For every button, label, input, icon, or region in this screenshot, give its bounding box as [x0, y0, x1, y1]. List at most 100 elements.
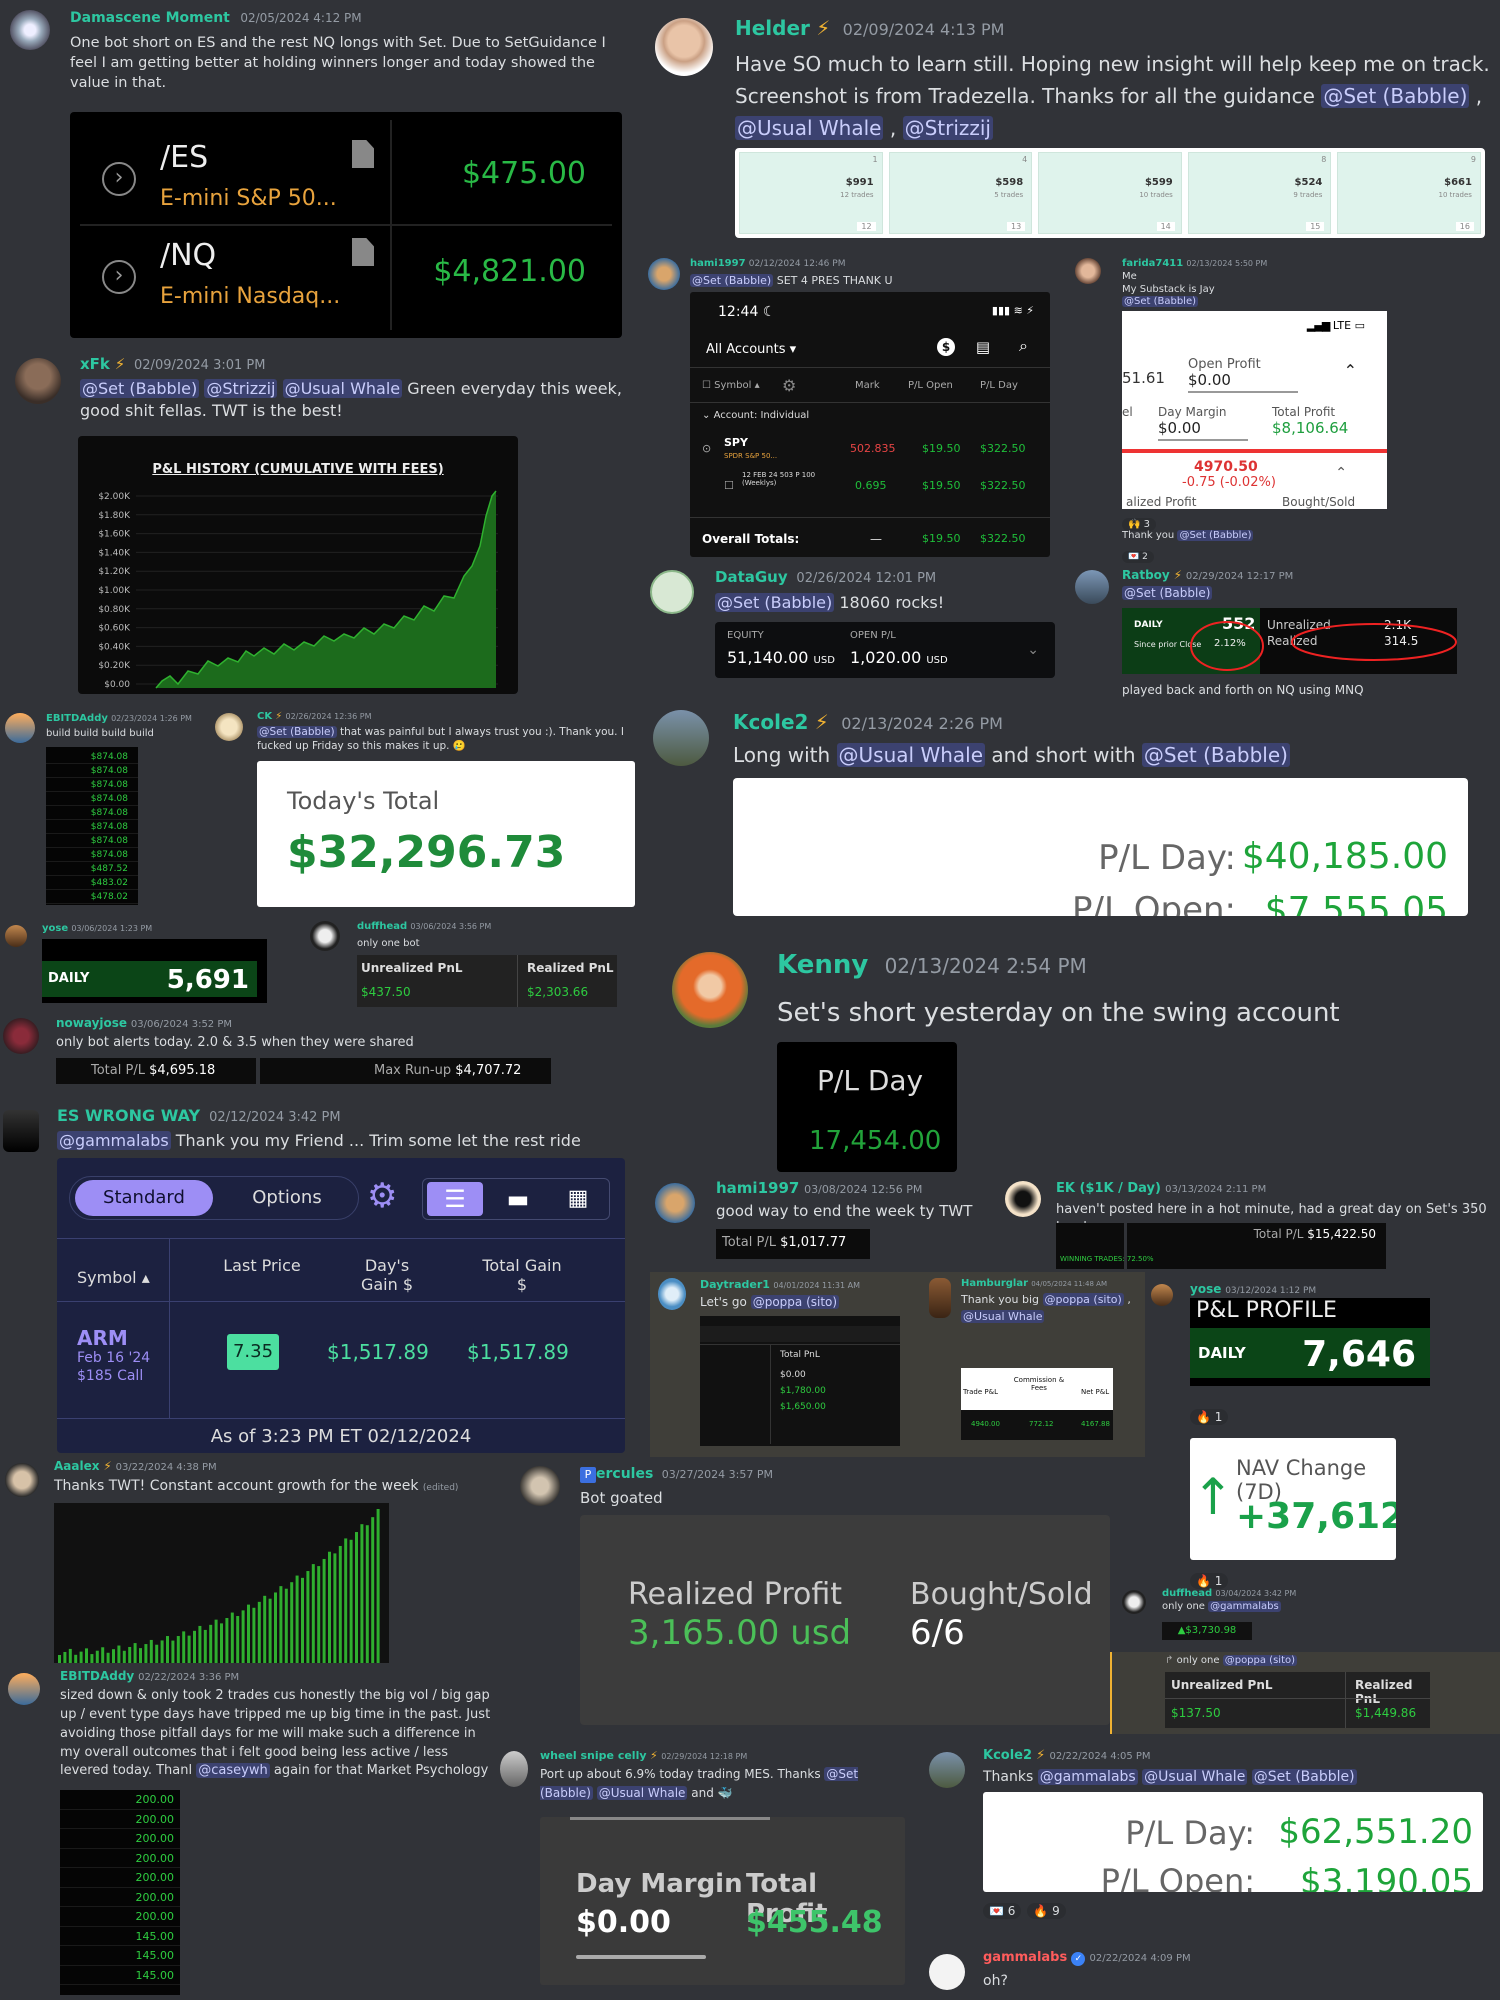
mention[interactable]: @Set (Babble)	[80, 379, 200, 398]
avatar[interactable]	[1005, 1181, 1041, 1217]
account-selector[interactable]: All Accounts	[706, 342, 786, 357]
mention[interactable]: @Usual Whale	[596, 1785, 688, 1800]
mention[interactable]: @poppa (sito)	[750, 1295, 840, 1309]
col-header[interactable]: P/L Open	[908, 380, 953, 391]
avatar[interactable]	[648, 258, 680, 290]
username[interactable]: farida7411	[1122, 258, 1183, 269]
avatar[interactable]	[5, 925, 27, 947]
mention[interactable]: @Set (Babble)	[1321, 84, 1470, 108]
compact-view-icon[interactable]: ▬	[491, 1182, 545, 1216]
username[interactable]: Ratboy	[1122, 568, 1170, 582]
username[interactable]: yose	[42, 923, 68, 934]
mention[interactable]: @Set (Babble)	[1177, 530, 1254, 541]
avatar[interactable]	[3, 1018, 39, 1054]
avatar[interactable]	[672, 952, 748, 1028]
username[interactable]: CK	[257, 711, 272, 722]
avatar[interactable]	[3, 1110, 39, 1152]
avatar[interactable]	[655, 1183, 695, 1223]
username[interactable]: hami1997	[716, 1179, 799, 1197]
avatar[interactable]	[650, 570, 694, 614]
position-row[interactable]: ☐ 12 FEB 24 503 P 100 (Weeklys) 0.695 $1…	[690, 467, 1050, 505]
chevron-up-icon[interactable]: ⌃	[1344, 361, 1357, 380]
mention[interactable]: @poppa (sito)	[1042, 1293, 1124, 1306]
reaction[interactable]: 🔥 9	[1027, 1903, 1066, 1919]
username[interactable]: Kcole2	[983, 1748, 1032, 1763]
username[interactable]: duffhead	[1162, 1588, 1212, 1599]
position-row[interactable]: ⊙ SPY SPDR S&P 50... 502.835 $19.50 $322…	[690, 432, 1050, 466]
calendar-day[interactable]: 1 $991 12 trades 12	[739, 152, 883, 234]
mention[interactable]: @Set (Babble)	[1141, 743, 1290, 767]
avatar[interactable]	[520, 1466, 560, 1506]
reaction[interactable]: 🔥 1	[1190, 1409, 1229, 1425]
username[interactable]: ercules	[596, 1466, 653, 1482]
gear-icon[interactable]: ⚙	[782, 376, 796, 395]
col-header[interactable]: Last Price	[222, 1256, 302, 1275]
mention[interactable]: @Set (Babble)	[1251, 1769, 1357, 1785]
chevron-up-icon[interactable]: ⌃	[1335, 465, 1347, 481]
avatar[interactable]	[929, 1954, 965, 1990]
username[interactable]: gammalabs	[983, 1950, 1067, 1965]
username[interactable]: Damascene Moment	[70, 10, 230, 26]
mention[interactable]: @Set (Babble)	[690, 274, 774, 287]
avatar[interactable]	[653, 710, 709, 766]
futures-row[interactable]: › /ES E-mini S&P 50... $475.00	[70, 112, 622, 224]
col-header[interactable]: Day's Gain $	[347, 1256, 427, 1294]
col-header[interactable]: P/L Day	[980, 380, 1018, 391]
mention[interactable]: @gammalabs	[57, 1131, 171, 1150]
username[interactable]: ES WRONG WAY	[57, 1106, 200, 1125]
username[interactable]: EBITDAddy	[46, 713, 108, 724]
avatar[interactable]	[655, 18, 713, 76]
avatar[interactable]	[929, 1278, 951, 1318]
avatar[interactable]	[500, 1751, 528, 1787]
calendar-day[interactable]: 8 $524 9 trades 15	[1187, 152, 1332, 234]
avatar[interactable]	[1151, 1284, 1173, 1306]
avatar[interactable]	[1075, 570, 1109, 604]
tab-options[interactable]: Options	[227, 1180, 347, 1216]
futures-row[interactable]: › /NQ E-mini Nasdaq... $4,821.00	[70, 226, 622, 338]
mention[interactable]: @Usual Whale	[836, 743, 986, 767]
col-header[interactable]: Symbol	[714, 380, 751, 391]
username[interactable]: xFk	[80, 355, 110, 373]
add-list-icon[interactable]: ▤	[976, 338, 990, 356]
mention[interactable]: @Strizzij	[204, 379, 278, 398]
list-view-icon[interactable]: ☰	[427, 1182, 483, 1216]
username[interactable]: nowayjose	[56, 1016, 127, 1030]
grid-view-icon[interactable]: ▦	[551, 1182, 605, 1216]
username[interactable]: EBITDAddy	[60, 1669, 134, 1683]
mention[interactable]: @gammalabs	[1037, 1769, 1138, 1785]
mention[interactable]: @Set (Babble)	[257, 726, 337, 738]
mention[interactable]: @Usual Whale	[961, 1309, 1045, 1323]
tab-standard[interactable]: Standard	[75, 1180, 213, 1216]
avatar[interactable]	[15, 358, 61, 404]
mention[interactable]: @Set (Babble)	[1122, 296, 1199, 307]
avatar[interactable]	[1075, 258, 1101, 284]
username[interactable]: Kenny	[777, 950, 868, 980]
avatar[interactable]	[658, 1278, 686, 1310]
username[interactable]: EK ($1K / Day)	[1056, 1181, 1161, 1196]
mention[interactable]: @Set (Babble)	[1122, 586, 1213, 600]
mention[interactable]: @Set (Babble)	[715, 593, 835, 612]
username[interactable]: Daytrader1	[700, 1278, 770, 1291]
username[interactable]: Hamburglar	[961, 1278, 1028, 1289]
avatar[interactable]	[8, 1673, 40, 1705]
gear-icon[interactable]: ⚙	[367, 1176, 397, 1216]
mention[interactable]: @Usual Whale	[282, 379, 403, 398]
calendar-day[interactable]: $599 10 trades 14	[1038, 152, 1182, 234]
dollar-icon[interactable]: $	[937, 338, 955, 356]
mention[interactable]: @poppa (sito)	[1222, 1655, 1298, 1666]
avatar[interactable]	[5, 713, 35, 743]
username[interactable]: yose	[1190, 1282, 1221, 1296]
reaction[interactable]: 💌 6	[983, 1903, 1022, 1919]
avatar[interactable]	[10, 10, 50, 50]
username[interactable]: Kcole2	[733, 710, 808, 734]
mention[interactable]: @Usual Whale	[1142, 1769, 1248, 1785]
chevron-down-icon[interactable]: ⌄	[1027, 642, 1039, 658]
avatar[interactable]	[310, 921, 340, 951]
search-icon[interactable]: ⌕	[1019, 336, 1028, 356]
avatar[interactable]	[1122, 1590, 1146, 1614]
username[interactable]: duffhead	[357, 921, 407, 932]
mention[interactable]: @gammalabs	[1208, 1601, 1281, 1612]
col-header[interactable]: Total Gain $	[477, 1256, 567, 1294]
col-header[interactable]: Mark	[855, 380, 880, 391]
calendar-day[interactable]: 9 $661 10 trades 16	[1337, 152, 1481, 234]
